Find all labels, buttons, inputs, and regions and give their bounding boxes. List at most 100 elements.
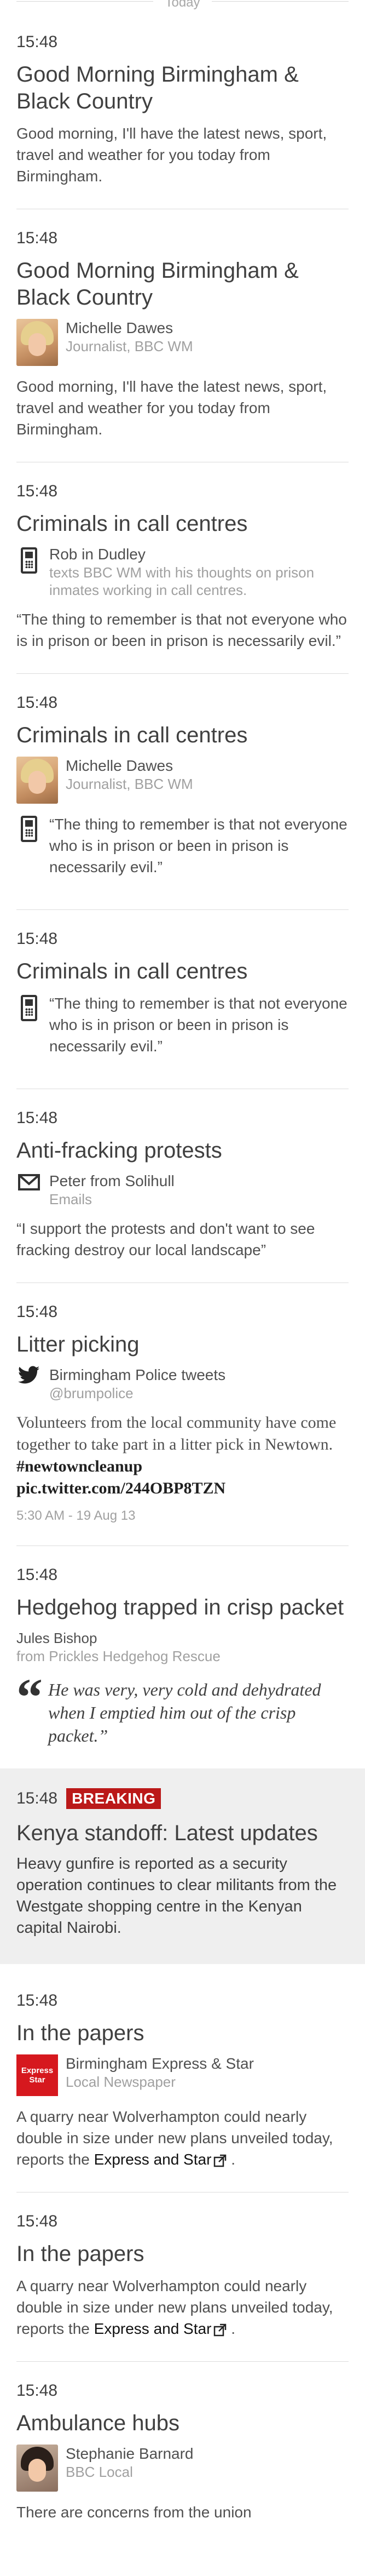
feed-entry: 15:48 Criminals in call centres “The thi…: [16, 910, 349, 1089]
author-role: Local Newspaper: [66, 2074, 176, 2090]
author-name: Michelle Dawes: [66, 757, 173, 774]
entry-time: 15:48: [16, 1789, 58, 1807]
entry-headline[interactable]: Criminals in call centres: [16, 958, 349, 985]
byline: Michelle Dawes Journalist, BBC WM: [16, 319, 349, 366]
author-name: Birmingham Police tweets: [49, 1366, 226, 1383]
live-feed-page: Today 15:48 Good Morning Birmingham & Bl…: [0, 0, 365, 2545]
mobile-phone-icon: [21, 547, 37, 574]
entry-time: 15:48: [16, 930, 58, 948]
author-role: Journalist, BBC WM: [66, 776, 193, 792]
entry-time: 15:48: [16, 33, 58, 51]
entry-time: 15:48: [16, 1991, 58, 2010]
feed-entry: 15:48 Ambulance hubs Stephanie Barnard B…: [16, 2362, 349, 2545]
feed-entry: 15:48 Hedgehog trapped in crisp packet J…: [16, 1546, 349, 1769]
today-divider: Today: [0, 0, 365, 16]
entry-headline[interactable]: Litter picking: [16, 1331, 349, 1358]
author-role: Emails: [49, 1191, 92, 1207]
entry-time: 15:48: [16, 1109, 58, 1127]
author-name: Michelle Dawes: [66, 319, 173, 336]
mobile-phone-icon: [21, 995, 37, 1021]
entry-quote: “I support the protests and don't want t…: [16, 1220, 315, 1258]
feed-entry: 15:48 Criminals in call centres Rob in D…: [16, 462, 349, 674]
author-role: Journalist, BBC WM: [66, 338, 193, 354]
entry-body: Good morning, I'll have the latest news,…: [16, 378, 327, 438]
author-name: Peter from Solihull: [49, 1172, 175, 1189]
hashtag-link[interactable]: #newtowncleanup: [16, 1457, 142, 1475]
entry-time: 15:48: [16, 1303, 58, 1321]
entry-quote: “The thing to remember is that not every…: [49, 995, 347, 1055]
external-link[interactable]: Express and Star: [94, 2320, 212, 2337]
entry-headline[interactable]: In the papers: [16, 2241, 349, 2268]
author-name: Birmingham Express & Star: [66, 2055, 254, 2072]
entry-body: There are concerns from the union: [16, 2504, 252, 2521]
logo-text: Star: [29, 2075, 45, 2085]
byline: Michelle Dawes Journalist, BBC WM: [16, 757, 349, 804]
entry-headline[interactable]: Ambulance hubs: [16, 2410, 349, 2437]
feed-entry: 15:48 In the papers A quarry near Wolver…: [16, 2193, 349, 2362]
entry-body: Heavy gunfire is reported as a security …: [16, 1855, 337, 1937]
mobile-phone-icon: [21, 816, 37, 842]
entry-time: 15:48: [16, 482, 58, 500]
quote-mark-icon: “: [16, 1668, 43, 1726]
entry-headline[interactable]: Criminals in call centres: [16, 511, 349, 537]
entry-time: 15:48: [16, 1566, 58, 1584]
logo-text: Express: [21, 2066, 54, 2075]
author-role: BBC Local: [66, 2464, 133, 2480]
author-name: Rob in Dudley: [49, 546, 146, 563]
body-text: .: [227, 2151, 235, 2168]
entry-time: 15:48: [16, 2212, 58, 2230]
tweet-text: Volunteers from the local community have…: [16, 1412, 349, 1499]
entry-body: A quarry near Wolverhampton could nearly…: [16, 2275, 349, 2339]
feed-entry: 15:48 Criminals in call centres Michelle…: [16, 674, 349, 910]
author-avatar: [16, 2445, 58, 2492]
pull-quote: “ He was very, very cold and dehydrated …: [16, 1668, 349, 1747]
author-name: Stephanie Barnard: [66, 2445, 194, 2462]
author-avatar: [16, 319, 58, 366]
feed-entry: 15:48 Good Morning Birmingham & Black Co…: [16, 209, 349, 462]
byline: Express Star Birmingham Express & Star L…: [16, 2054, 349, 2096]
byline: Rob in Dudley texts BBC WM with his thou…: [16, 545, 349, 599]
entry-headline[interactable]: Kenya standoff: Latest updates: [16, 1820, 349, 1847]
entry-time: 15:48: [16, 229, 58, 247]
byline: Peter from Solihull Emails: [16, 1172, 349, 1208]
entry-headline[interactable]: Hedgehog trapped in crisp packet: [16, 1594, 349, 1621]
external-link[interactable]: Express and Star: [94, 2151, 212, 2168]
entry-quote: “The thing to remember is that not every…: [16, 611, 347, 649]
entry-headline[interactable]: In the papers: [16, 2020, 349, 2047]
body-text: .: [227, 2320, 235, 2337]
feed-entry: 15:48 In the papers Express Star Birming…: [16, 1964, 349, 2193]
quote-row: “The thing to remember is that not every…: [16, 993, 349, 1057]
tweet-body: Volunteers from the local community have…: [16, 1413, 337, 1453]
entry-headline[interactable]: Good Morning Birmingham & Black Country: [16, 257, 349, 311]
entry-body: A quarry near Wolverhampton could nearly…: [16, 2106, 349, 2170]
external-link-icon[interactable]: [213, 2154, 227, 2167]
breaking-badge: BREAKING: [66, 1788, 161, 1809]
byline: Birmingham Police tweets @brumpolice: [16, 1366, 349, 1402]
twitter-handle[interactable]: @brumpolice: [49, 1384, 225, 1402]
tweet-timestamp[interactable]: 5:30 AM - 19 Aug 13: [16, 1508, 349, 1524]
tweet-pic-link[interactable]: pic.twitter.com/244OBP8TZN: [16, 1479, 225, 1497]
entry-headline[interactable]: Anti-fracking protests: [16, 1137, 349, 1164]
author-role: from Prickles Hedgehog Rescue: [16, 1648, 221, 1664]
author-name: Jules Bishop: [16, 1630, 97, 1646]
twitter-bird-icon: [18, 1366, 40, 1384]
breaking-entry: 15:48 BREAKING Kenya standoff: Latest up…: [0, 1768, 365, 1964]
byline: Stephanie Barnard BBC Local: [16, 2445, 349, 2492]
pull-quote-text: He was very, very cold and dehydrated wh…: [48, 1680, 321, 1745]
express-star-logo: Express Star: [16, 2054, 58, 2096]
entry-body: Good morning, I'll have the latest news,…: [16, 125, 327, 185]
external-link-icon[interactable]: [213, 2323, 227, 2337]
entry-quote: “The thing to remember is that not every…: [49, 816, 347, 875]
feed-entry: 15:48 Anti-fracking protests Peter from …: [16, 1089, 349, 1283]
entry-headline[interactable]: Good Morning Birmingham & Black Country: [16, 61, 349, 115]
divider-line-left: [16, 1, 153, 2]
divider-line-right: [212, 1, 349, 2]
quote-row: “The thing to remember is that not every…: [16, 814, 349, 878]
email-icon: [18, 1174, 40, 1190]
author-avatar: [16, 757, 58, 804]
author-role: texts BBC WM with his thoughts on prison…: [49, 564, 315, 598]
today-label: Today: [158, 0, 207, 10]
feed-entry: 15:48 Good Morning Birmingham & Black Co…: [16, 16, 349, 209]
entry-headline[interactable]: Criminals in call centres: [16, 722, 349, 749]
entry-time: 15:48: [16, 2382, 58, 2400]
